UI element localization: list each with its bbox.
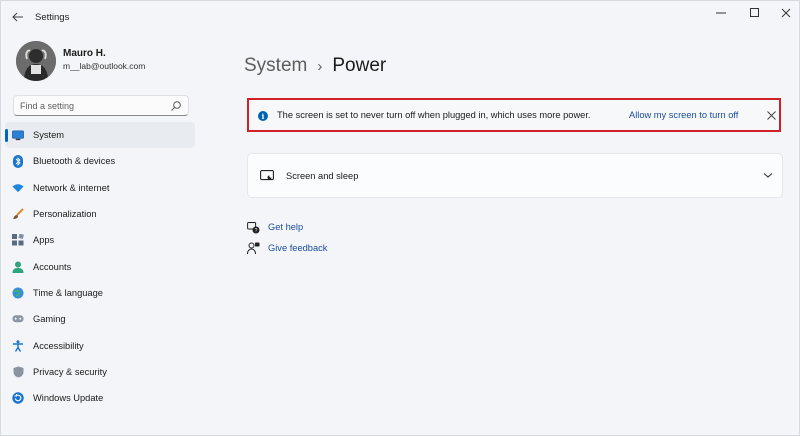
sidebar-item-label: Windows Update xyxy=(33,393,104,404)
svg-text:?: ? xyxy=(255,228,258,234)
user-name: Mauro H. xyxy=(63,48,106,59)
accessibility-icon xyxy=(12,339,24,352)
search-box[interactable] xyxy=(13,95,189,116)
sidebar-item-label: Personalization xyxy=(33,209,97,220)
sidebar-item-bluetooth[interactable]: Bluetooth & devices xyxy=(5,148,195,174)
settings-window: Settings Mauro H. m__lab@outlook.com Fin… xyxy=(0,0,800,436)
update-icon xyxy=(12,392,24,404)
sidebar-item-label: Network & internet xyxy=(33,182,110,193)
sidebar-item-label: Accessibility xyxy=(33,340,84,351)
sidebar-item-label: Privacy & security xyxy=(33,366,107,377)
feedback-icon xyxy=(247,242,260,254)
sidebar-item-system[interactable]: System xyxy=(5,122,195,149)
user-email: m__lab@outlook.com xyxy=(63,61,146,71)
user-photo-icon xyxy=(16,41,56,81)
person-icon xyxy=(12,261,24,273)
apps-icon xyxy=(12,234,24,246)
help-chat-icon: ? xyxy=(247,221,260,234)
sidebar-item-accessibility[interactable]: Accessibility xyxy=(5,332,195,358)
wifi-icon xyxy=(12,182,24,194)
give-feedback-row[interactable]: Give feedback xyxy=(247,240,327,256)
back-arrow-icon[interactable] xyxy=(9,9,27,25)
gamepad-icon xyxy=(12,313,24,325)
sidebar-item-personalization[interactable]: Personalization xyxy=(5,201,195,227)
get-help-link[interactable]: Get help xyxy=(268,222,303,232)
maximize-button[interactable] xyxy=(740,4,770,22)
banner-message: The screen is set to never turn off when… xyxy=(277,110,591,120)
avatar[interactable] xyxy=(16,41,56,81)
screen-sleep-icon xyxy=(260,170,274,181)
close-button[interactable] xyxy=(771,4,800,22)
card-label: Screen and sleep xyxy=(286,171,359,181)
sidebar-item-label: System xyxy=(33,130,64,141)
close-icon[interactable] xyxy=(765,108,777,122)
sidebar-item-label: Gaming xyxy=(33,314,66,325)
chevron-down-icon[interactable] xyxy=(762,169,774,181)
brush-icon xyxy=(12,208,24,220)
sidebar-item-time-language[interactable]: Time & language xyxy=(5,280,195,306)
sidebar-item-accounts[interactable]: Accounts xyxy=(5,253,195,279)
bluetooth-icon xyxy=(12,154,24,168)
sidebar-item-gaming[interactable]: Gaming xyxy=(5,306,195,332)
sidebar-item-label: Time & language xyxy=(33,287,103,298)
breadcrumb: System › Power xyxy=(244,53,386,79)
sidebar-item-privacy[interactable]: Privacy & security xyxy=(5,359,195,385)
title-bar: Settings xyxy=(1,1,800,33)
sidebar-item-apps[interactable]: Apps xyxy=(5,227,195,253)
search-icon[interactable] xyxy=(170,100,182,112)
shield-icon xyxy=(12,366,24,378)
give-feedback-link[interactable]: Give feedback xyxy=(268,243,327,253)
screen-and-sleep-card[interactable]: Screen and sleep xyxy=(247,153,783,198)
sidebar-item-label: Apps xyxy=(33,235,55,246)
get-help-row[interactable]: ? Get help xyxy=(247,219,303,235)
info-icon: i xyxy=(258,111,268,121)
monitor-icon xyxy=(12,129,24,141)
sidebar-nav: System Bluetooth & devices Network & int… xyxy=(1,122,199,411)
globe-clock-icon xyxy=(12,287,24,299)
breadcrumb-separator-icon: › xyxy=(317,57,323,75)
search-input[interactable] xyxy=(20,99,170,113)
sidebar-item-label: Accounts xyxy=(33,261,72,272)
allow-screen-off-link[interactable]: Allow my screen to turn off xyxy=(629,110,738,120)
sidebar-item-windows-update[interactable]: Windows Update xyxy=(5,385,195,411)
sidebar-item-network[interactable]: Network & internet xyxy=(5,175,195,201)
power-notification-banner: i The screen is set to never turn off wh… xyxy=(247,98,781,132)
page-title: Power xyxy=(332,55,387,76)
window-title: Settings xyxy=(35,12,70,23)
breadcrumb-parent[interactable]: System xyxy=(244,55,307,77)
minimize-button[interactable] xyxy=(706,4,736,22)
sidebar-item-label: Bluetooth & devices xyxy=(33,156,116,167)
